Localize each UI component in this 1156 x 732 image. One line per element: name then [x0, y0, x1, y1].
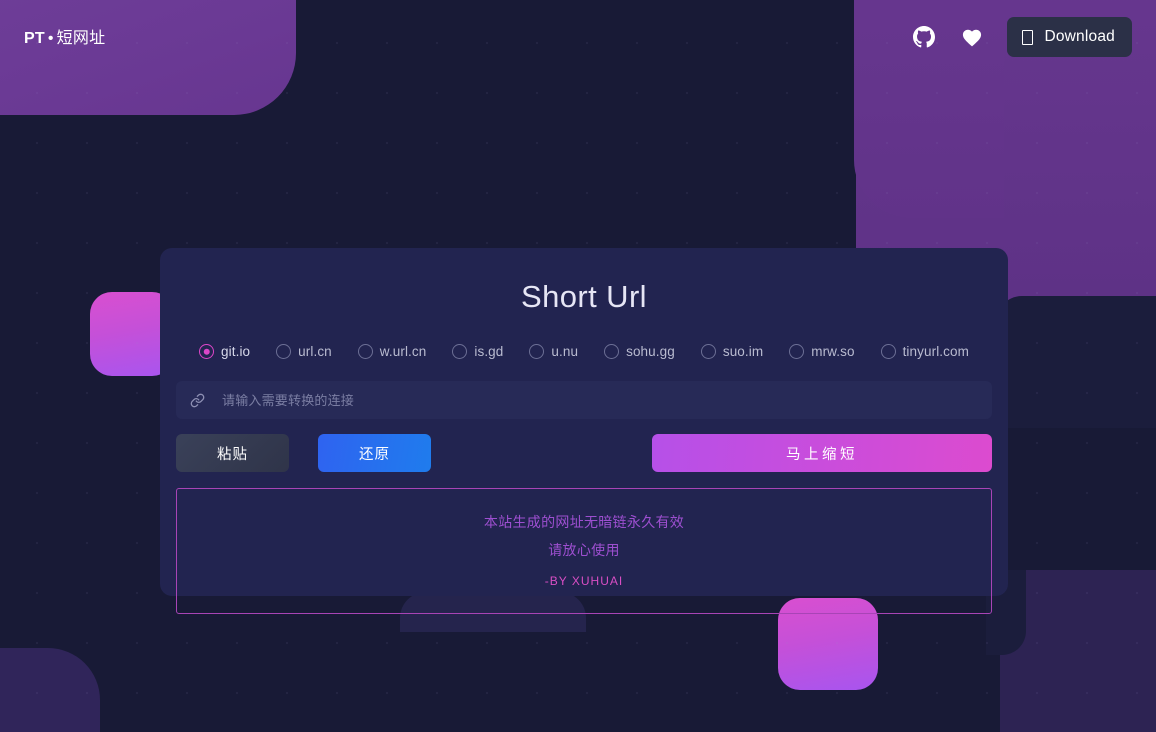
provider-radio-mrw-so[interactable]: mrw.so [789, 344, 854, 359]
brand-name: 短网址 [56, 30, 106, 47]
provider-radio-w-url-cn[interactable]: w.url.cn [357, 344, 427, 359]
radio-indicator-icon[interactable] [357, 344, 373, 359]
provider-radio-url-cn[interactable]: url.cn [276, 344, 332, 359]
url-input[interactable] [222, 381, 978, 419]
missing-glyph-icon [1022, 29, 1034, 45]
restore-button[interactable]: 还原 [318, 434, 431, 472]
provider-radio-label: tinyurl.com [902, 344, 969, 359]
provider-radio-label: u.nu [551, 344, 579, 359]
download-button[interactable]: Download [1007, 17, 1132, 57]
heart-icon[interactable] [959, 24, 985, 50]
shorten-button[interactable]: 马上缩短 [652, 434, 992, 472]
provider-radio-is-gd[interactable]: is.gd [452, 344, 503, 359]
notice-line-2: 请放心使用 [548, 541, 620, 558]
decorative-panel-right-middle [996, 296, 1156, 428]
radio-indicator-icon[interactable] [880, 344, 896, 359]
brand-separator: • [47, 30, 54, 47]
provider-radio-label: w.url.cn [379, 344, 427, 359]
brand-logo[interactable]: PT • 短网址 [24, 24, 105, 48]
download-button-label: Download [1044, 28, 1115, 45]
action-button-row: 粘贴 还原 马上缩短 [176, 434, 992, 472]
notice-line-1: 本站生成的网址无暗链永久有效 [483, 513, 685, 530]
provider-radio-label: sohu.gg [626, 344, 675, 359]
provider-radio-label: mrw.so [811, 344, 855, 359]
radio-indicator-icon[interactable] [700, 344, 716, 359]
provider-radio-sohu-gg[interactable]: sohu.gg [604, 344, 675, 359]
provider-radio-tinyurl-com[interactable]: tinyurl.com [880, 344, 969, 359]
radio-indicator-icon[interactable] [199, 344, 215, 359]
provider-radio-group: git.io url.cn w.url.cn is.gd u.nu sohu.gg suo.… [176, 344, 992, 359]
page-title: Short Url [521, 279, 647, 314]
radio-indicator-icon[interactable] [604, 344, 620, 359]
radio-indicator-icon[interactable] [452, 344, 468, 359]
notice-box: 本站生成的网址无暗链永久有效 请放心使用 -BY XUHUAI [176, 488, 992, 614]
provider-radio-label: is.gd [474, 344, 504, 359]
radio-indicator-icon[interactable] [276, 344, 292, 359]
url-input-group[interactable] [176, 381, 992, 419]
provider-radio-u-nu[interactable]: u.nu [529, 344, 578, 359]
notice-signature: -BY XUHUAI [544, 573, 624, 588]
radio-indicator-icon[interactable] [789, 344, 805, 359]
provider-radio-git-io[interactable]: git.io [199, 344, 250, 359]
provider-radio-suo-im[interactable]: suo.im [700, 344, 764, 359]
brand-prefix: PT [24, 30, 45, 47]
decorative-panel-bottom-left [0, 648, 100, 732]
radio-indicator-icon[interactable] [529, 344, 545, 359]
top-bar-actions: Download [911, 17, 1132, 57]
paste-button[interactable]: 粘贴 [176, 434, 289, 472]
provider-radio-label: url.cn [298, 344, 332, 359]
github-icon[interactable] [911, 24, 937, 50]
top-navigation-bar: PT • 短网址 Download [0, 0, 1156, 74]
provider-radio-label: suo.im [722, 344, 764, 359]
short-url-card: Short Url git.io url.cn w.url.cn is.gd u.nu s… [160, 248, 1008, 614]
link-icon [190, 393, 205, 408]
provider-radio-label: git.io [221, 344, 251, 359]
